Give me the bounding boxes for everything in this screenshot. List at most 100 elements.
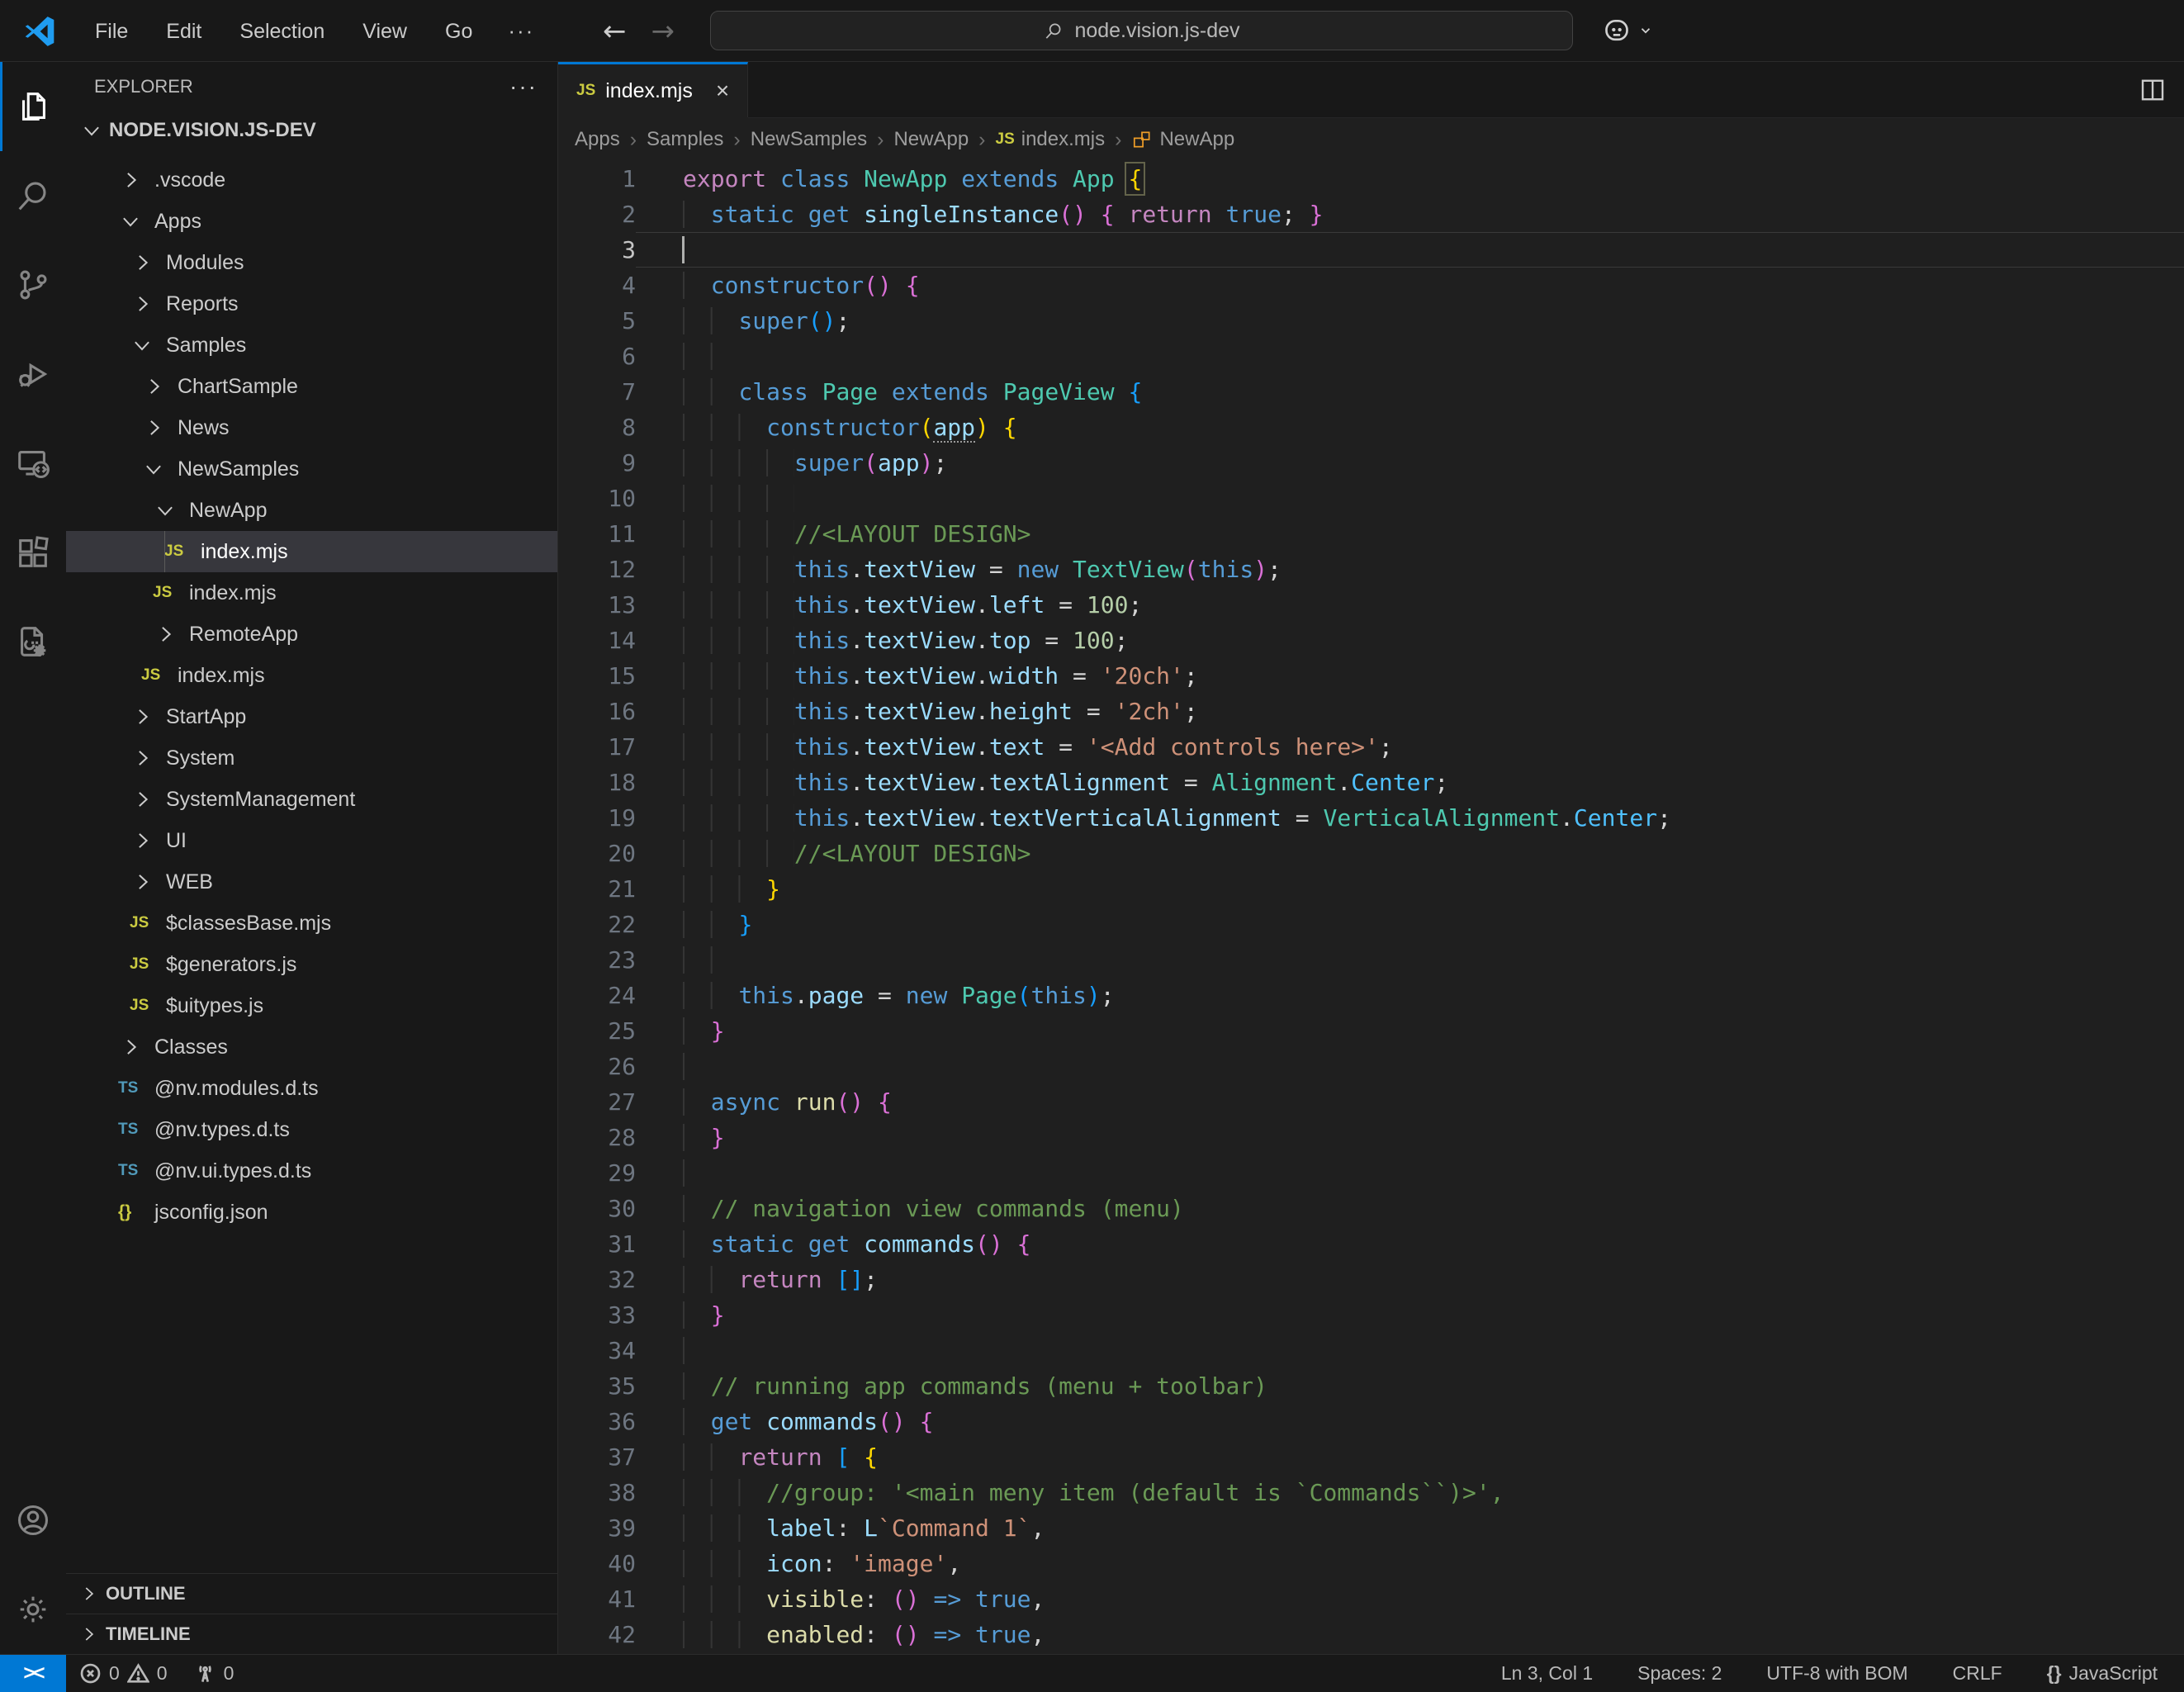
- line-number[interactable]: 13: [558, 587, 636, 623]
- line-number[interactable]: 30: [558, 1191, 636, 1226]
- line-number[interactable]: 19: [558, 800, 636, 836]
- line-content[interactable]: this.textView.top = 100;: [636, 623, 2184, 658]
- breadcrumb-item-samples[interactable]: Samples: [647, 128, 723, 151]
- activitybar-remote-explorer[interactable]: [0, 419, 66, 508]
- copilot-button[interactable]: [1600, 14, 1653, 47]
- line-number[interactable]: 11: [558, 516, 636, 552]
- line-content[interactable]: async run() {: [636, 1084, 2184, 1120]
- breadcrumb-item-newapp[interactable]: NewApp: [1131, 128, 1234, 151]
- tree-item-newsamples[interactable]: NewSamples: [66, 448, 557, 490]
- tree-item-remoteapp[interactable]: RemoteApp: [66, 614, 557, 655]
- split-editor-icon[interactable]: [2138, 75, 2167, 105]
- go-back-icon[interactable]: ←: [603, 15, 627, 48]
- line-number[interactable]: 17: [558, 729, 636, 765]
- line-content[interactable]: [636, 481, 2184, 516]
- breadcrumb-item-index-mjs[interactable]: JSindex.mjs: [996, 128, 1106, 151]
- activitybar-accounts[interactable]: [0, 1476, 66, 1565]
- activitybar-settings[interactable]: [0, 1565, 66, 1654]
- line-number[interactable]: 32: [558, 1262, 636, 1297]
- line-content[interactable]: static get singleInstance() { return tru…: [636, 197, 2184, 232]
- tree-item-index-mjs[interactable]: JSindex.mjs: [66, 572, 557, 614]
- line-number[interactable]: 18: [558, 765, 636, 800]
- line-content[interactable]: class Page extends PageView {: [636, 374, 2184, 410]
- workspace-root-row[interactable]: NODE.VISION.JS-DEV: [66, 111, 557, 149]
- status-indentation[interactable]: Spaces: 2: [1637, 1662, 1722, 1685]
- line-content[interactable]: //<LAYOUT DESIGN>: [636, 516, 2184, 552]
- line-number[interactable]: 8: [558, 410, 636, 445]
- line-content[interactable]: }: [636, 907, 2184, 942]
- line-number[interactable]: 9: [558, 445, 636, 481]
- line-content[interactable]: // navigation view commands (menu): [636, 1191, 2184, 1226]
- line-number[interactable]: 21: [558, 871, 636, 907]
- activitybar-search[interactable]: [0, 151, 66, 240]
- line-content[interactable]: }: [636, 1297, 2184, 1333]
- line-number[interactable]: 7: [558, 374, 636, 410]
- tree-item-modules[interactable]: Modules: [66, 242, 557, 283]
- line-content[interactable]: this.page = new Page(this);: [636, 978, 2184, 1013]
- line-content[interactable]: export class NewApp extends App {: [636, 161, 2184, 197]
- line-number[interactable]: 38: [558, 1475, 636, 1510]
- activitybar-extensions[interactable]: [0, 508, 66, 597]
- line-number[interactable]: 33: [558, 1297, 636, 1333]
- line-content[interactable]: this.textView.textAlignment = Alignment.…: [636, 765, 2184, 800]
- line-number[interactable]: 27: [558, 1084, 636, 1120]
- line-content[interactable]: }: [636, 871, 2184, 907]
- command-center-search[interactable]: node.vision.js-dev: [710, 11, 1573, 50]
- menu-overflow-button[interactable]: ···: [491, 18, 551, 44]
- line-content[interactable]: visible: () => true,: [636, 1581, 2184, 1617]
- activitybar-run-debug[interactable]: [0, 329, 66, 419]
- line-number[interactable]: 5: [558, 303, 636, 339]
- menu-item-file[interactable]: File: [76, 8, 147, 55]
- line-content[interactable]: super();: [636, 303, 2184, 339]
- breadcrumb-item-apps[interactable]: Apps: [575, 128, 620, 151]
- line-number[interactable]: 31: [558, 1226, 636, 1262]
- line-content[interactable]: this.textView = new TextView(this);: [636, 552, 2184, 587]
- line-content[interactable]: label: L`Command 1`,: [636, 1510, 2184, 1546]
- line-content[interactable]: [636, 1049, 2184, 1084]
- status-cursor-position[interactable]: Ln 3, Col 1: [1501, 1662, 1593, 1685]
- tree-item-apps[interactable]: Apps: [66, 201, 557, 242]
- line-content[interactable]: static get commands() {: [636, 1226, 2184, 1262]
- line-content[interactable]: get commands() {: [636, 1404, 2184, 1439]
- line-number[interactable]: 10: [558, 481, 636, 516]
- line-content[interactable]: constructor(app) {: [636, 410, 2184, 445]
- line-content[interactable]: [636, 1333, 2184, 1368]
- tree-item-reports[interactable]: Reports: [66, 283, 557, 325]
- line-content[interactable]: this.textView.textVerticalAlignment = Ve…: [636, 800, 2184, 836]
- tree-item-ui[interactable]: UI: [66, 820, 557, 861]
- status-encoding[interactable]: UTF-8 with BOM: [1766, 1662, 1907, 1685]
- line-number[interactable]: 2: [558, 197, 636, 232]
- line-content[interactable]: [636, 942, 2184, 978]
- tree-item-jsconfig-json[interactable]: {}jsconfig.json: [66, 1192, 557, 1233]
- line-number[interactable]: 39: [558, 1510, 636, 1546]
- line-content[interactable]: this.textView.height = '2ch';: [636, 694, 2184, 729]
- line-content[interactable]: enabled: () => true,: [636, 1617, 2184, 1652]
- sidebar-panel-timeline[interactable]: TIMELINE: [66, 1614, 557, 1654]
- line-number[interactable]: 26: [558, 1049, 636, 1084]
- line-content[interactable]: //<LAYOUT DESIGN>: [636, 836, 2184, 871]
- menu-item-view[interactable]: View: [343, 8, 426, 55]
- line-content[interactable]: // running app commands (menu + toolbar): [636, 1368, 2184, 1404]
- line-number[interactable]: 42: [558, 1617, 636, 1652]
- line-content[interactable]: this.textView.width = '20ch';: [636, 658, 2184, 694]
- tree-item--classesbase-mjs[interactable]: JS$classesBase.mjs: [66, 903, 557, 944]
- line-number[interactable]: 35: [558, 1368, 636, 1404]
- tree-item--vscode[interactable]: .vscode: [66, 159, 557, 201]
- ports-status[interactable]: 0: [181, 1655, 248, 1692]
- close-icon[interactable]: ×: [716, 78, 729, 104]
- line-number[interactable]: 25: [558, 1013, 636, 1049]
- tree-item--nv-types-d-ts[interactable]: TS@nv.types.d.ts: [66, 1109, 557, 1150]
- line-number[interactable]: 34: [558, 1333, 636, 1368]
- remote-indicator[interactable]: ><: [0, 1655, 66, 1692]
- line-content[interactable]: icon: 'image',: [636, 1546, 2184, 1581]
- status-language-mode[interactable]: {}JavaScript: [2047, 1662, 2158, 1685]
- line-number[interactable]: 37: [558, 1439, 636, 1475]
- tab-index-mjs[interactable]: JS index.mjs ×: [558, 62, 748, 117]
- line-number[interactable]: 29: [558, 1155, 636, 1191]
- menu-item-selection[interactable]: Selection: [220, 8, 343, 55]
- line-number[interactable]: 20: [558, 836, 636, 871]
- sidebar-panel-outline[interactable]: OUTLINE: [66, 1573, 557, 1614]
- line-content[interactable]: this.textView.text = '<Add controls here…: [636, 729, 2184, 765]
- code-editor[interactable]: 1export class NewApp extends App {2 stat…: [558, 161, 2184, 1654]
- line-number[interactable]: 14: [558, 623, 636, 658]
